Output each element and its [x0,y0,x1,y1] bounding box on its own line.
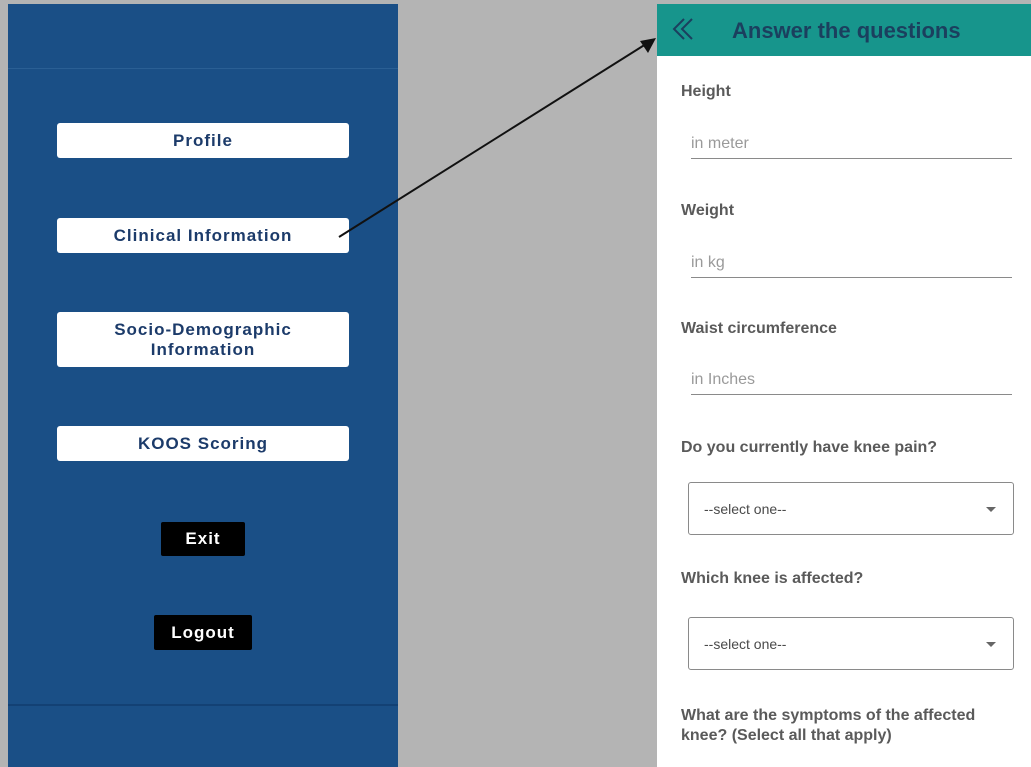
knee-pain-select[interactable]: --select one-- [688,482,1014,535]
arrow-head-icon [640,38,656,53]
knee-pain-select-value: --select one-- [704,500,787,517]
affected-knee-label: Which knee is affected? [681,570,864,587]
knee-pain-label: Do you currently have knee pain? [681,439,938,456]
bottom-divider [8,704,398,706]
top-divider [8,68,398,69]
page-title: Answer the questions [732,18,961,43]
height-label: Height [681,83,731,100]
clinical-form-screen: Answer the questions Height Weight Waist… [657,4,1031,767]
back-icon[interactable] [671,14,695,44]
symptoms-label: What are the symptoms of the affected kn… [681,707,976,744]
waist-circumference-input[interactable] [691,366,1012,395]
height-input[interactable] [691,130,1012,159]
affected-knee-select-value: --select one-- [704,635,787,652]
main-menu-screen: Profile Clinical Information Socio-Demog… [8,4,398,767]
form-header: Answer the questions [657,4,1031,56]
caret-down-icon [986,642,996,647]
affected-knee-select[interactable]: --select one-- [688,617,1014,670]
clinical-information-button[interactable]: Clinical Information [57,218,349,253]
caret-down-icon [986,507,996,512]
logout-button[interactable]: Logout [154,615,252,650]
koos-scoring-button[interactable]: KOOS Scoring [57,426,349,461]
waist-circumference-label: Waist circumference [681,320,837,337]
exit-button[interactable]: Exit [161,522,245,556]
profile-button[interactable]: Profile [57,123,349,158]
socio-demographic-information-button[interactable]: Socio-Demographic Information [57,312,349,367]
weight-label: Weight [681,202,735,219]
weight-input[interactable] [691,249,1012,278]
